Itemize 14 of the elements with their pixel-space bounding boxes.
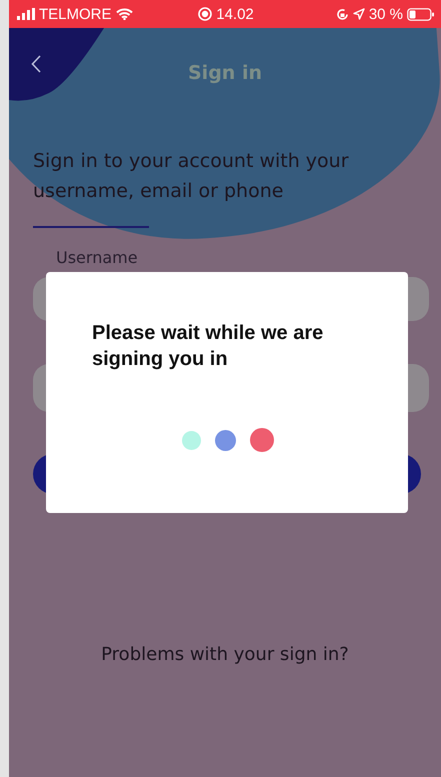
record-icon [198, 7, 212, 21]
screen-title: Sign in [188, 62, 262, 84]
help-link[interactable]: Problems with your sign in? [101, 644, 349, 665]
signal-icon [17, 8, 35, 20]
battery-icon [407, 8, 436, 20]
rotation-lock-icon [336, 8, 349, 20]
battery-percent: 30 % [368, 6, 404, 22]
back-chevron-icon [31, 55, 41, 73]
carrier-name: TELMORE [39, 6, 112, 22]
wifi-icon [116, 8, 133, 20]
field-label: Username [56, 248, 139, 267]
location-arrow-icon [352, 8, 365, 20]
dialog-message: Please wait while we are signing you in [92, 321, 324, 372]
clock-time: 14.02 [216, 6, 254, 22]
